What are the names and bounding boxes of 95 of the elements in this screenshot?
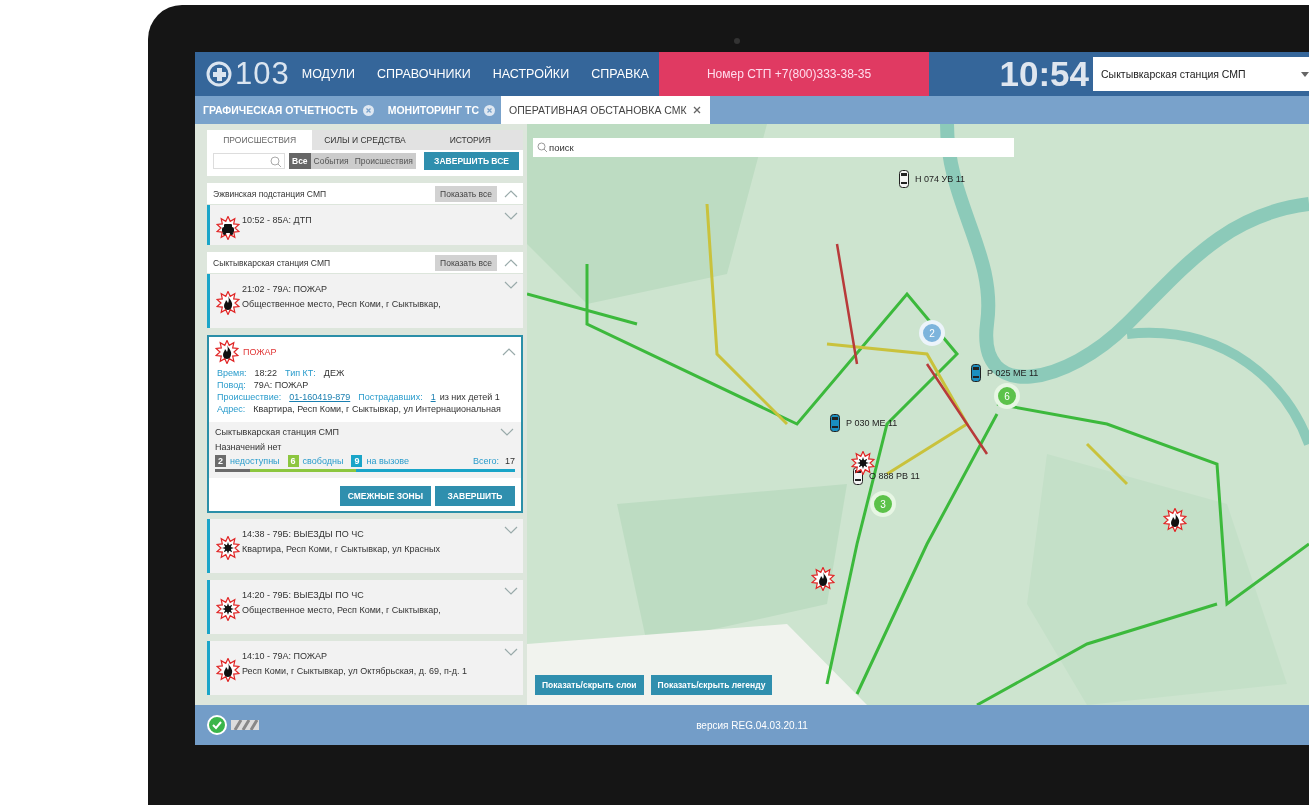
total-label: Всего: — [472, 456, 499, 466]
incident-address: Респ Коми, г Сыктывкар, ул Октябрьская, д. 69, п-д. 1 — [242, 666, 469, 676]
total-value: 17 — [505, 456, 515, 466]
count-badge: 9 — [351, 455, 363, 467]
incident-address: Квартира, Респ Коми, г Сыктывкар, ул Красных — [242, 544, 441, 554]
field-value: Квартира, Респ Коми, г Сыктывкар, ул Интернациональная — [253, 404, 501, 414]
action-button[interactable]: ЗАВЕРШИТЬ — [435, 486, 515, 506]
group-name: Эжвинская подстанция СМП — [213, 188, 328, 199]
field-value: 79А: ПОЖАР — [253, 380, 309, 390]
field-label: Время: — [217, 368, 247, 378]
field-link[interactable]: 1 — [430, 392, 436, 402]
action-button[interactable]: СМЕЖНЫЕ ЗОНЫ — [339, 486, 431, 506]
tab[interactable]: ОПЕРАТИВНАЯ ОБСТАНОВКА СМК — [501, 96, 710, 124]
chevron-icon[interactable] — [503, 210, 519, 222]
incident-card[interactable]: 10:52 - 85А: ДТП — [207, 205, 523, 245]
count-badge: 2 — [215, 455, 226, 467]
incident-card[interactable]: 14:38 - 79Б: ВЫЕЗДЫ ПО ЧС Квартира, Респ Коми, г Сыктывкар, ул Красных — [207, 519, 523, 573]
burst-icon — [216, 536, 240, 560]
car-crash-icon — [216, 216, 240, 240]
status-label[interactable]: недоступны — [230, 456, 280, 466]
status-label[interactable]: свободны — [302, 456, 344, 466]
chevron-icon[interactable] — [503, 279, 519, 291]
field-label: Повод: — [217, 380, 246, 390]
incident-title: 21:02 - 79А: ПОЖАР — [242, 284, 329, 294]
car-icon[interactable] — [971, 364, 981, 382]
logo-text: 103 — [235, 56, 290, 92]
vehicle-plate: Н 074 УВ 11 — [915, 174, 966, 184]
status-label[interactable]: на вызове — [366, 456, 409, 466]
show-all-button[interactable]: Показать все — [435, 254, 497, 271]
search-field[interactable] — [213, 153, 285, 169]
camera-dot — [734, 38, 740, 44]
car-icon[interactable] — [830, 414, 840, 432]
stripes-icon — [231, 720, 259, 730]
car-icon[interactable] — [899, 170, 909, 188]
map-button[interactable]: Показать/скрыть легенду — [650, 675, 773, 695]
phone-banner: Номер СТП +7(800)333-38-35 — [658, 52, 929, 96]
incident-card[interactable]: 14:10 - 79А: ПОЖАР Респ Коми, г Сыктывкар, ул Октябрьская, д. 69, п-д. 1 — [207, 641, 523, 695]
vehicle-plate: Р 025 МЕ 11 — [987, 368, 1039, 378]
chevron-icon[interactable] — [503, 585, 519, 597]
close-icon[interactable] — [691, 105, 702, 115]
field-value: 18:22 — [254, 368, 278, 378]
chevron-icon[interactable] — [501, 346, 517, 358]
menu-item[interactable]: НАСТРОЙКИ — [492, 67, 570, 81]
version-text: версия REG.04.03.20.11 — [696, 719, 808, 731]
chevron-icon[interactable] — [503, 524, 519, 536]
filter-chip[interactable]: Все — [289, 153, 311, 169]
field-note: из них детей 1 — [439, 392, 500, 402]
menu-item[interactable]: СПРАВКА — [591, 67, 649, 81]
search-icon — [537, 142, 547, 152]
fire-icon[interactable] — [811, 567, 835, 591]
incident-card[interactable]: 14:20 - 79Б: ВЫЕЗДЫ ПО ЧС Общественное место, Респ Коми, г Сыктывкар, — [207, 580, 523, 634]
incident-address: Общественное место, Респ Коми, г Сыктывкар, — [242, 605, 442, 615]
incident-title: 14:20 - 79Б: ВЫЕЗДЫ ПО ЧС — [242, 590, 365, 600]
burst-icon — [216, 597, 240, 621]
clock-time: 10:54 — [999, 54, 1089, 94]
map-button[interactable]: Показать/скрыть слои — [535, 675, 644, 695]
fire-icon[interactable] — [1163, 508, 1187, 532]
filter-chip[interactable]: Происшествия — [351, 153, 416, 169]
search-icon — [270, 155, 281, 167]
fire-icon — [216, 291, 240, 315]
check-icon — [207, 715, 227, 735]
chevron-icon[interactable] — [499, 426, 515, 438]
incident-title: ПОЖАР — [243, 347, 278, 357]
field-label: Происшествие: — [217, 392, 282, 402]
logo-icon — [205, 60, 233, 88]
incident-title: 10:52 - 85А: ДТП — [242, 215, 313, 225]
group-name: Сыктывкарская станция СМП — [213, 257, 332, 268]
assignment-status: Назначений нет — [215, 442, 283, 452]
station-name: Сыктывкарская станция СМП — [215, 427, 339, 437]
chevron-icon[interactable] — [503, 646, 519, 658]
field-label: Адрес: — [217, 404, 246, 414]
station-select[interactable]: Сыктывкарская станция СМП — [1093, 57, 1309, 91]
fire-icon — [216, 658, 240, 682]
incident-address: Общественное место, Респ Коми, г Сыктывкар, — [242, 299, 442, 309]
finish-all-button[interactable]: ЗАВЕРШИТЬ ВСЕ — [424, 152, 519, 170]
caret-icon — [1301, 71, 1309, 77]
vehicle-plate: Р 030 МЕ 11 — [846, 418, 898, 428]
panel-tab[interactable]: СИЛЫ И СРЕДСТВА — [312, 130, 418, 150]
panel-tab[interactable]: ПРОИСШЕСТВИЯ — [207, 130, 313, 150]
field-label: Пострадавших: — [358, 392, 423, 402]
menu-item[interactable]: СПРАВОЧНИКИ — [376, 67, 471, 81]
field-label: Тип КТ: — [285, 368, 316, 378]
map-search-field[interactable]: поиск — [533, 138, 1014, 157]
incident-title: 14:10 - 79А: ПОЖАР — [242, 651, 329, 661]
count-badge: 6 — [287, 455, 299, 467]
incident-title: 14:38 - 79Б: ВЫЕЗДЫ ПО ЧС — [242, 529, 365, 539]
show-all-button[interactable]: Показать все — [435, 185, 497, 202]
field-link[interactable]: 01-160419-879 — [289, 392, 351, 402]
menu-item[interactable]: МОДУЛИ — [301, 67, 355, 81]
burst-icon[interactable] — [851, 451, 875, 475]
field-value: ДЕЖ — [323, 368, 345, 378]
incident-card[interactable]: 21:02 - 79А: ПОЖАР Общественное место, Респ Коми, г Сыктывкар, — [207, 274, 523, 328]
fire-icon — [215, 340, 239, 364]
panel-tab[interactable]: ИСТОРИЯ — [417, 130, 523, 150]
filter-chip[interactable]: События — [310, 153, 352, 169]
